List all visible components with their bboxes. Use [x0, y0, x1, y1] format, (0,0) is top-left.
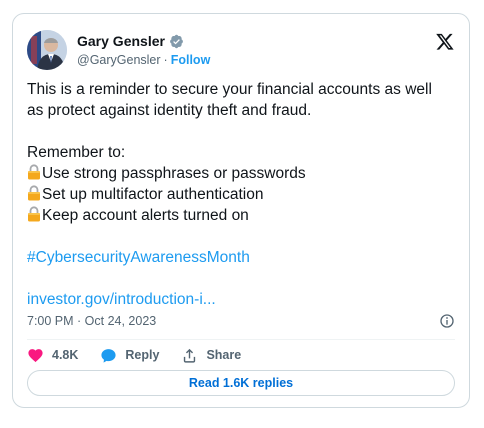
- share-label: Share: [206, 348, 242, 362]
- checklist-paragraph: Remember to: Use strong passphrases or p…: [27, 142, 459, 226]
- share-icon: [184, 348, 196, 363]
- tweet-card: Gary Gensler @GaryGensler · Follow This …: [12, 13, 470, 408]
- x-logo-icon[interactable]: [435, 32, 455, 51]
- info-icon[interactable]: [439, 313, 455, 329]
- divider: [27, 339, 455, 340]
- remember-label: Remember to:: [27, 144, 126, 161]
- tweet-timestamp[interactable]: 7:00 PM · Oct 24, 2023: [27, 314, 156, 328]
- lock-emoji-icon: [28, 206, 40, 222]
- heart-icon: [28, 348, 43, 362]
- checklist-item-text: Use strong passphrases or passwords: [42, 165, 306, 182]
- read-replies-button[interactable]: Read 1.6K replies: [27, 370, 455, 396]
- checklist-item: Use strong passphrases or passwords: [27, 163, 459, 184]
- tweet-header: Gary Gensler @GaryGensler · Follow: [27, 30, 455, 70]
- hashtag-link[interactable]: #CybersecurityAwarenessMonth: [27, 247, 459, 268]
- avatar[interactable]: [27, 30, 67, 70]
- tweet-text: This is a reminder to secure your financ…: [27, 79, 459, 310]
- action-bar: 4.8K Reply Share: [27, 344, 263, 366]
- checklist-item: Set up multifactor authentication: [27, 184, 459, 205]
- intro-line: This is a reminder to secure your financ…: [27, 81, 432, 98]
- like-count: 4.8K: [52, 348, 79, 362]
- lock-emoji-icon: [28, 185, 40, 201]
- follow-button[interactable]: Follow: [171, 53, 211, 67]
- reply-label: Reply: [125, 348, 160, 362]
- author-handle[interactable]: @GaryGensler: [77, 53, 161, 67]
- author-info: Gary Gensler @GaryGensler · Follow: [77, 32, 210, 67]
- lock-emoji-icon: [28, 164, 40, 180]
- verified-badge-icon: [170, 34, 183, 48]
- intro-line: as protect against identity theft and fr…: [27, 102, 312, 119]
- timestamp-row: 7:00 PM · Oct 24, 2023: [27, 310, 455, 332]
- checklist-item: Keep account alerts turned on: [27, 205, 459, 226]
- reply-bubble-icon: [101, 348, 116, 363]
- author-display-name[interactable]: Gary Gensler: [77, 33, 165, 49]
- checklist-item-text: Keep account alerts turned on: [42, 207, 249, 224]
- like-button[interactable]: 4.8K: [27, 347, 78, 364]
- share-button[interactable]: Share: [181, 347, 241, 364]
- hashtag-paragraph: #CybersecurityAwarenessMonth: [27, 247, 459, 268]
- reply-button[interactable]: Reply: [100, 347, 159, 364]
- intro-paragraph: This is a reminder to secure your financ…: [27, 79, 459, 121]
- handle-separator: ·: [163, 53, 168, 67]
- url-paragraph: investor.gov/introduction-i...: [27, 289, 459, 310]
- external-link[interactable]: investor.gov/introduction-i...: [27, 289, 459, 310]
- checklist-item-text: Set up multifactor authentication: [42, 186, 264, 203]
